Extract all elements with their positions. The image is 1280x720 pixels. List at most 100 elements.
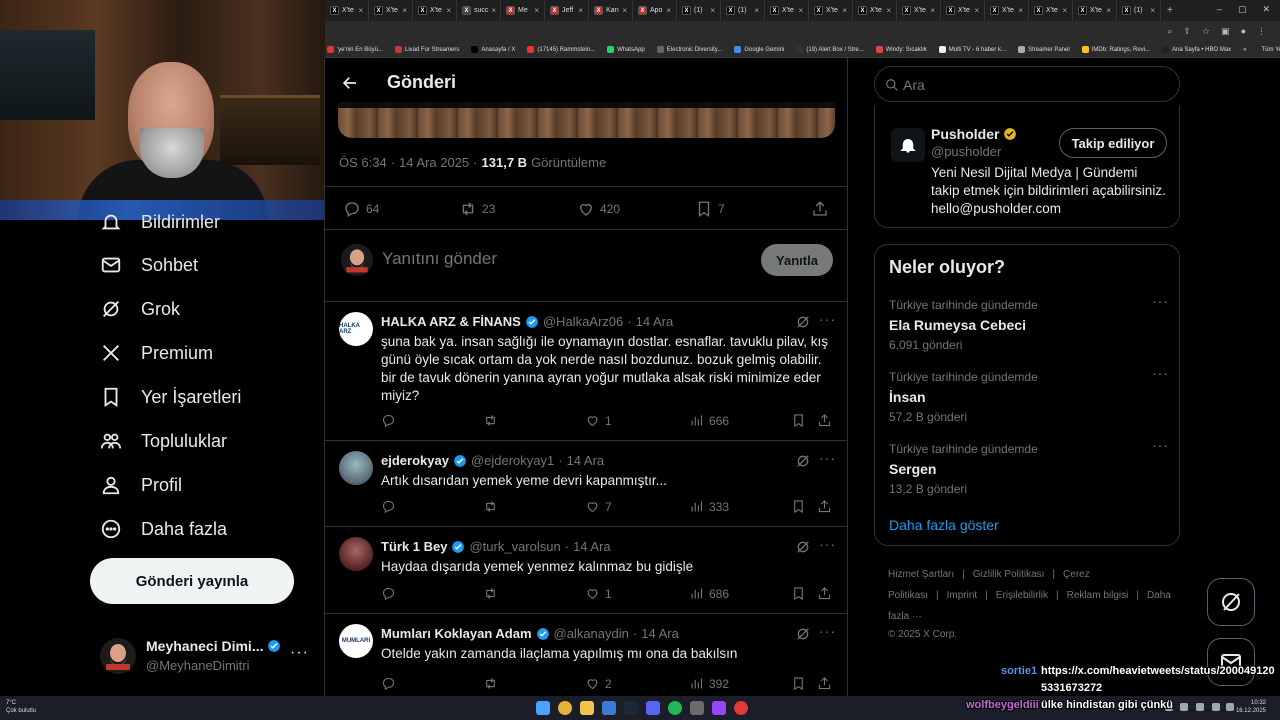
browser-tab[interactable]: X X'te × bbox=[853, 0, 897, 21]
post-date[interactable]: 14 Ara 2025 bbox=[399, 155, 469, 170]
reply-button[interactable]: Yanıtla bbox=[761, 244, 833, 276]
close-tab-icon[interactable]: × bbox=[754, 6, 759, 15]
repost-action[interactable] bbox=[483, 413, 498, 428]
close-tab-icon[interactable]: × bbox=[446, 6, 451, 15]
tray-volume-icon[interactable] bbox=[1226, 703, 1234, 711]
grok-fab-button[interactable] bbox=[1207, 578, 1255, 626]
browser-tab[interactable]: X X'te × bbox=[369, 0, 413, 21]
bookmark-item[interactable]: Google Gemini bbox=[734, 46, 784, 53]
browser-tab[interactable]: X X'te × bbox=[941, 0, 985, 21]
browser-tab[interactable]: X X'te × bbox=[1073, 0, 1117, 21]
browser-tab[interactable]: X Karı × bbox=[589, 0, 633, 21]
close-tab-icon[interactable]: × bbox=[886, 6, 891, 15]
follow-card-name[interactable]: Pusholder bbox=[931, 126, 1017, 142]
close-tab-icon[interactable]: × bbox=[358, 6, 363, 15]
app-icon[interactable] bbox=[690, 701, 704, 715]
sidebar-item-topluluklar[interactable]: Topluluklar bbox=[100, 427, 227, 455]
close-tab-icon[interactable]: × bbox=[491, 6, 496, 15]
share-action[interactable] bbox=[817, 586, 832, 601]
reply-item[interactable]: HALKA ARZ HALKA ARZ & FİNANS @HalkaArz06 · 1… bbox=[325, 302, 847, 441]
bookmark-item[interactable]: IMDb: Ratings, Revi... bbox=[1081, 46, 1150, 53]
weather-widget[interactable]: 7°C Çok bulutlu bbox=[6, 699, 36, 715]
author-name[interactable]: Türk 1 Bey bbox=[381, 539, 447, 554]
share-action[interactable] bbox=[817, 676, 832, 691]
bookmark-action[interactable]: 7 bbox=[695, 200, 725, 218]
grok-icon[interactable] bbox=[795, 539, 811, 555]
star-icon[interactable]: ☆ bbox=[1202, 26, 1210, 37]
profile-icon[interactable]: ● bbox=[1241, 26, 1246, 37]
views-action[interactable]: 392 bbox=[689, 676, 729, 691]
share-action[interactable] bbox=[817, 499, 832, 514]
reply-date[interactable]: 14 Ara bbox=[636, 314, 674, 329]
bookmark-item[interactable]: (17145) Rammstein... bbox=[527, 46, 595, 53]
chrome-icon[interactable] bbox=[558, 701, 572, 715]
repost-action[interactable] bbox=[483, 586, 498, 601]
more-options-icon[interactable]: ··· bbox=[1152, 293, 1169, 309]
close-tab-icon[interactable]: × bbox=[1062, 6, 1067, 15]
avatar[interactable]: HALKA ARZ bbox=[339, 312, 373, 346]
like-action[interactable]: 7 bbox=[585, 499, 612, 514]
bookmark-action[interactable] bbox=[791, 499, 806, 514]
bookmark-action[interactable] bbox=[791, 413, 806, 428]
file-explorer-icon[interactable] bbox=[580, 701, 594, 715]
sidebar-item-profil[interactable]: Profil bbox=[100, 471, 182, 499]
following-button[interactable]: Takip ediliyor bbox=[1059, 128, 1167, 158]
views-action[interactable]: 333 bbox=[689, 499, 729, 514]
close-tab-icon[interactable]: × bbox=[710, 6, 715, 15]
footer-link[interactable]: Erişilebilirlik bbox=[996, 590, 1048, 601]
like-action[interactable]: 1 bbox=[585, 413, 612, 428]
post-button[interactable]: Gönderi yayınla bbox=[90, 558, 294, 604]
reply-input[interactable] bbox=[382, 247, 742, 271]
author-handle[interactable]: @ejderokyay1 bbox=[471, 453, 554, 468]
post-time[interactable]: ÖS 6:34 bbox=[339, 155, 387, 170]
close-tab-icon[interactable]: × bbox=[666, 6, 671, 15]
search-input[interactable] bbox=[903, 76, 1163, 94]
grok-icon[interactable] bbox=[795, 626, 811, 642]
author-handle[interactable]: @turk_varolsun bbox=[469, 539, 560, 554]
reply-item[interactable]: Türk 1 Bey @turk_varolsun · 14 Ara ··· Haydaa… bbox=[325, 527, 847, 614]
bookmark-item[interactable]: Anasayfa / X bbox=[471, 46, 515, 53]
repost-action[interactable] bbox=[483, 676, 498, 691]
browser-tab[interactable]: X X'te × bbox=[897, 0, 941, 21]
sidebar-item-sohbet[interactable]: Sohbet bbox=[100, 251, 198, 279]
more-options-icon[interactable]: ··· bbox=[819, 623, 836, 639]
footer-link[interactable]: Hizmet Şartları bbox=[888, 569, 954, 580]
menu-icon[interactable]: ⋮ bbox=[1257, 26, 1266, 37]
footer-link[interactable]: Imprint bbox=[947, 590, 978, 601]
more-options-icon[interactable]: ··· bbox=[819, 450, 836, 466]
reply-date[interactable]: 14 Ara bbox=[567, 453, 605, 468]
author-name[interactable]: ejderokyay bbox=[381, 453, 449, 468]
back-button[interactable] bbox=[339, 72, 361, 94]
reply-date[interactable]: 14 Ara bbox=[573, 539, 611, 554]
share-icon[interactable]: ⇪ bbox=[1183, 26, 1191, 37]
bookmark-item[interactable]: (19) Alert Box / Stre... bbox=[796, 46, 864, 53]
browser-tab[interactable]: X X'te × bbox=[765, 0, 809, 21]
bookmark-item[interactable]: Ana Sayfa • HBO Max bbox=[1162, 46, 1231, 53]
browser-tab[interactable]: X (1) × bbox=[721, 0, 765, 21]
browser-tab[interactable]: X X'te × bbox=[413, 0, 457, 21]
reply-action[interactable]: 64 bbox=[343, 200, 379, 218]
footer-link[interactable]: Reklam bilgisi bbox=[1067, 590, 1129, 601]
more-options-icon[interactable]: ··· bbox=[290, 644, 309, 662]
zoom-icon[interactable]: ⌕ bbox=[1167, 26, 1172, 37]
bookmark-item[interactable]: Livad For Streamers bbox=[394, 46, 459, 53]
clock[interactable]: 10:32 16.12.2025 bbox=[1236, 699, 1266, 715]
browser-tab[interactable]: X (1) × bbox=[1117, 0, 1161, 21]
bookmark-item[interactable]: 'ye'nin En Büyü... bbox=[327, 46, 383, 53]
close-tab-icon[interactable]: × bbox=[1106, 6, 1111, 15]
close-tab-icon[interactable]: × bbox=[402, 6, 407, 15]
views-action[interactable]: 666 bbox=[689, 413, 729, 428]
more-options-icon[interactable]: ··· bbox=[1152, 437, 1169, 453]
spotify-icon[interactable] bbox=[668, 701, 682, 715]
twitch-icon[interactable] bbox=[712, 701, 726, 715]
views-action[interactable]: 686 bbox=[689, 586, 729, 601]
close-window-icon[interactable]: ✕ bbox=[1262, 4, 1270, 15]
maximize-icon[interactable]: ▢ bbox=[1238, 4, 1247, 15]
reply-item[interactable]: ejderokyay @ejderokyay1 · 14 Ara ··· Artık dı… bbox=[325, 441, 847, 527]
reply-action[interactable] bbox=[381, 676, 396, 691]
browser-tab[interactable]: X X'te × bbox=[325, 0, 369, 21]
account-switcher[interactable]: Meyhaneci Dimi... @MeyhaneDimitri ··· bbox=[100, 634, 320, 678]
reply-item[interactable]: MUMLARI Mumları Koklayan Adam @alkanaydin ·… bbox=[325, 614, 847, 696]
all-bookmarks[interactable]: Tüm Yer İşaretleri bbox=[1259, 47, 1280, 53]
reply-date[interactable]: 14 Ara bbox=[641, 626, 679, 641]
